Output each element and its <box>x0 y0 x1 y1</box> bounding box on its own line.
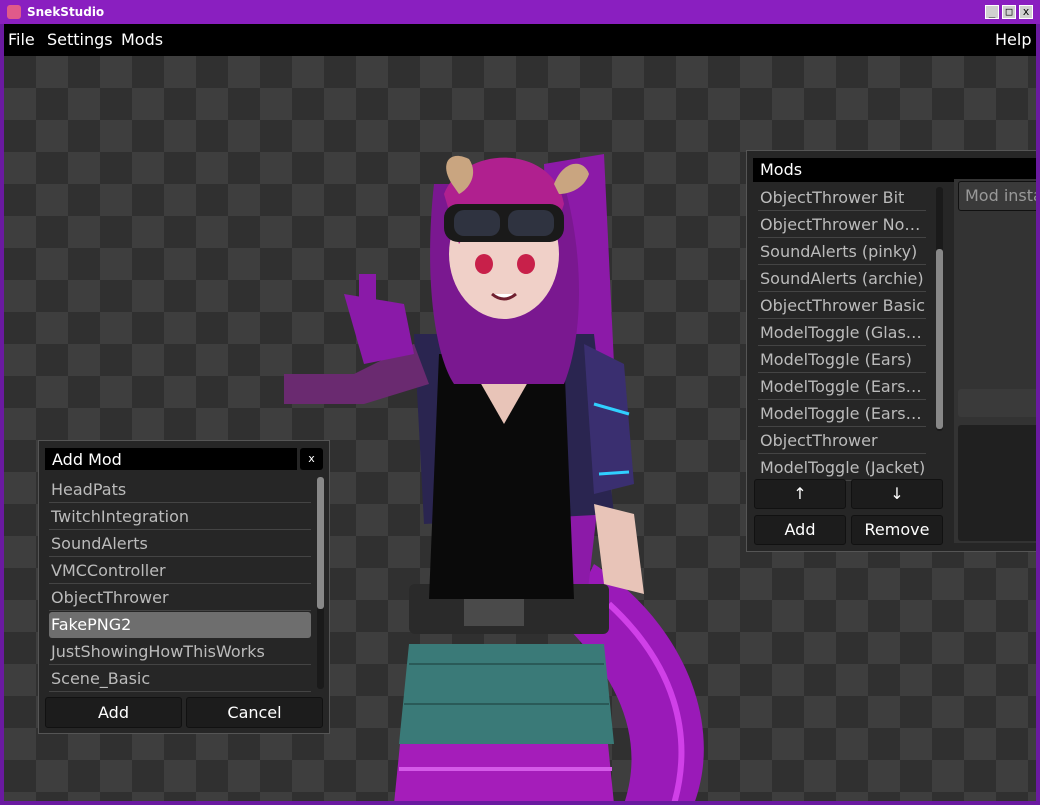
menu-settings[interactable]: Settings <box>43 28 117 52</box>
mods-list-item[interactable]: SoundAlerts (archie) <box>758 266 926 292</box>
mods-list-item[interactable]: ModelToggle (Ears 3) <box>758 401 926 427</box>
viewport-3d[interactable]: Add Mod x HeadPats TwitchIntegration Sound… <box>4 56 1036 801</box>
add-mod-scroll-thumb[interactable] <box>317 477 324 609</box>
menu-file[interactable]: File <box>4 28 39 52</box>
mods-scroll-thumb[interactable] <box>936 249 943 429</box>
close-window-button[interactable]: x <box>1019 5 1033 19</box>
avatar-model <box>284 154 704 801</box>
mods-panel: Mods ObjectThrower Bit ObjectThrower Norm… <box>746 150 1036 552</box>
add-mod-dialog: Add Mod x HeadPats TwitchIntegration Sound… <box>38 440 330 734</box>
app-icon <box>7 5 21 19</box>
move-down-button[interactable]: ↓ <box>851 479 943 509</box>
add-mod-list-item[interactable]: HeadPats <box>49 477 311 503</box>
mods-list-item[interactable]: SoundAlerts (pinky) <box>758 239 926 265</box>
add-mod-confirm-button[interactable]: Add <box>45 697 182 728</box>
add-mod-list-item[interactable]: Scene_Basic <box>49 666 311 692</box>
add-mod-button[interactable]: Add <box>754 515 846 545</box>
add-mod-list-item[interactable]: SoundAlerts <box>49 531 311 557</box>
add-mod-close-button[interactable]: x <box>300 448 323 470</box>
mods-list-item[interactable]: ObjectThrower Normal <box>758 212 926 238</box>
mods-list-item[interactable]: ModelToggle (Glasses) <box>758 320 926 346</box>
add-mod-list-item[interactable]: JustShowingHowThisWorks <box>49 639 311 665</box>
window-title: SnekStudio <box>27 5 105 19</box>
add-mod-list-item[interactable]: FakePNG2 <box>49 612 311 638</box>
add-mod-scrollbar[interactable] <box>317 477 324 689</box>
mods-list-item[interactable]: ModelToggle (Ears) <box>758 347 926 373</box>
add-mod-list-item[interactable]: ObjectThrower <box>49 585 311 611</box>
maximize-button[interactable]: □ <box>1002 5 1016 19</box>
mods-scrollbar[interactable] <box>936 187 943 431</box>
mods-list-item[interactable]: ModelToggle (Ears 2) <box>758 374 926 400</box>
move-up-button[interactable]: ↑ <box>754 479 846 509</box>
menu-bar: File Settings Mods Help <box>4 24 1036 56</box>
mods-list-item[interactable]: ObjectThrower <box>758 428 926 454</box>
mod-settings-content <box>958 425 1036 541</box>
mod-instance-label: Mod insta <box>958 181 1036 211</box>
mod-settings-area: Mod insta <box>954 179 1036 543</box>
add-mod-list-item[interactable]: VMCController <box>49 558 311 584</box>
minimize-button[interactable]: _ <box>985 5 999 19</box>
add-mod-list-item[interactable]: TwitchIntegration <box>49 504 311 530</box>
add-mod-title: Add Mod <box>45 448 297 470</box>
add-mod-cancel-button[interactable]: Cancel <box>186 697 323 728</box>
title-bar: SnekStudio _ □ x <box>0 0 1040 24</box>
menu-help[interactable]: Help <box>991 28 1035 52</box>
mods-list-item[interactable]: ObjectThrower Basic <box>758 293 926 319</box>
menu-mods[interactable]: Mods <box>117 28 167 52</box>
remove-mod-button[interactable]: Remove <box>851 515 943 545</box>
mods-list-item[interactable]: ModelToggle (Jacket) <box>758 455 926 481</box>
mod-settings-field[interactable] <box>958 389 1036 417</box>
mods-list-item[interactable]: ObjectThrower Bit <box>758 185 926 211</box>
